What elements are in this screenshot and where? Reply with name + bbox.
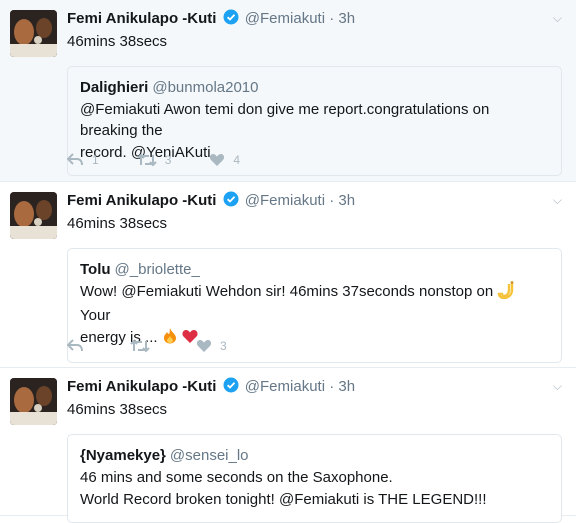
- reply-icon: [67, 153, 84, 167]
- verified-badge-icon: [223, 377, 239, 398]
- quoted-text-line: Wow! @Femiakuti Wehdon sir! 46mins 37sec…: [80, 281, 549, 326]
- avatar[interactable]: [10, 378, 57, 425]
- separator-dot: ·: [329, 192, 335, 209]
- tweet-text: 46mins 38secs: [67, 33, 168, 50]
- quoted-author-name: {Nyamekye}: [80, 447, 166, 464]
- quoted-text-line: @Femiakuti Awon temi don give me report.…: [80, 101, 490, 139]
- retweet-icon: [136, 153, 157, 167]
- author-handle[interactable]: @Femiakuti: [245, 378, 325, 395]
- retweet-icon: [130, 339, 150, 353]
- reply-button[interactable]: 1: [67, 153, 99, 167]
- timestamp[interactable]: 3h: [338, 192, 355, 209]
- timestamp[interactable]: 3h: [338, 10, 355, 27]
- tweet[interactable]: Femi Anikulapo -Kuti @Femiakuti · 3h ⌵ 4…: [0, 0, 576, 182]
- author-name[interactable]: Femi Anikulapo -Kuti: [67, 192, 216, 209]
- verified-badge-icon: [223, 9, 239, 30]
- tweet[interactable]: Femi Anikulapo -Kuti @Femiakuti · 3h ⌵ 4…: [0, 368, 576, 523]
- chevron-down-icon[interactable]: ⌵: [553, 377, 562, 396]
- avatar[interactable]: [10, 192, 57, 239]
- retweet-button[interactable]: [130, 339, 158, 353]
- retweet-button[interactable]: 3: [136, 153, 172, 167]
- chevron-down-icon[interactable]: ⌵: [553, 9, 562, 28]
- author-handle[interactable]: @Femiakuti: [245, 10, 325, 27]
- avatar[interactable]: [10, 10, 57, 57]
- quoted-text-line: 46 mins and some seconds on the Saxophon…: [80, 469, 393, 486]
- separator-dot: ·: [329, 10, 335, 27]
- author-handle[interactable]: @Femiakuti: [245, 192, 325, 209]
- timestamp[interactable]: 3h: [338, 378, 355, 395]
- quoted-text-line: World Record broken tonight! @Femiakuti …: [80, 491, 487, 508]
- tweet-actions: 3: [67, 339, 265, 353]
- quoted-text: Wow! @Femiakuti Wehdon sir! 46mins 37sec…: [80, 283, 494, 300]
- like-count: 3: [220, 339, 227, 353]
- reply-count: 1: [92, 153, 99, 167]
- saxophone-icon: [497, 281, 517, 305]
- tweet-actions: 1 3 4: [67, 153, 278, 167]
- tweet-text: 46mins 38secs: [67, 215, 168, 232]
- quoted-author-name: Dalighieri: [80, 79, 149, 96]
- quoted-author-handle: @bunmola2010: [152, 79, 259, 96]
- quoted-author-handle: @_briolette_: [114, 261, 200, 278]
- author-name[interactable]: Femi Anikulapo -Kuti: [67, 378, 216, 395]
- heart-icon: [209, 153, 225, 167]
- chevron-down-icon[interactable]: ⌵: [553, 191, 562, 210]
- quoted-author-handle: @sensei_lo: [169, 447, 249, 464]
- like-count: 4: [233, 153, 241, 167]
- tweet[interactable]: Femi Anikulapo -Kuti @Femiakuti · 3h ⌵ 4…: [0, 182, 576, 368]
- tweet-text: 46mins 38secs: [67, 401, 168, 418]
- like-button[interactable]: 3: [196, 339, 227, 353]
- quoted-tweet[interactable]: {Nyamekye} @sensei_lo 46 mins and some se…: [67, 434, 562, 523]
- retweet-count: 3: [164, 153, 172, 167]
- quoted-author-name: Tolu: [80, 261, 111, 278]
- separator-dot: ·: [329, 378, 335, 395]
- verified-badge-icon: [223, 191, 239, 212]
- reply-icon: [67, 339, 84, 353]
- author-name[interactable]: Femi Anikulapo -Kuti: [67, 10, 216, 27]
- quoted-text: Your: [80, 307, 111, 324]
- like-button[interactable]: 4: [209, 153, 240, 167]
- heart-icon: [196, 339, 212, 353]
- reply-button[interactable]: [67, 339, 92, 353]
